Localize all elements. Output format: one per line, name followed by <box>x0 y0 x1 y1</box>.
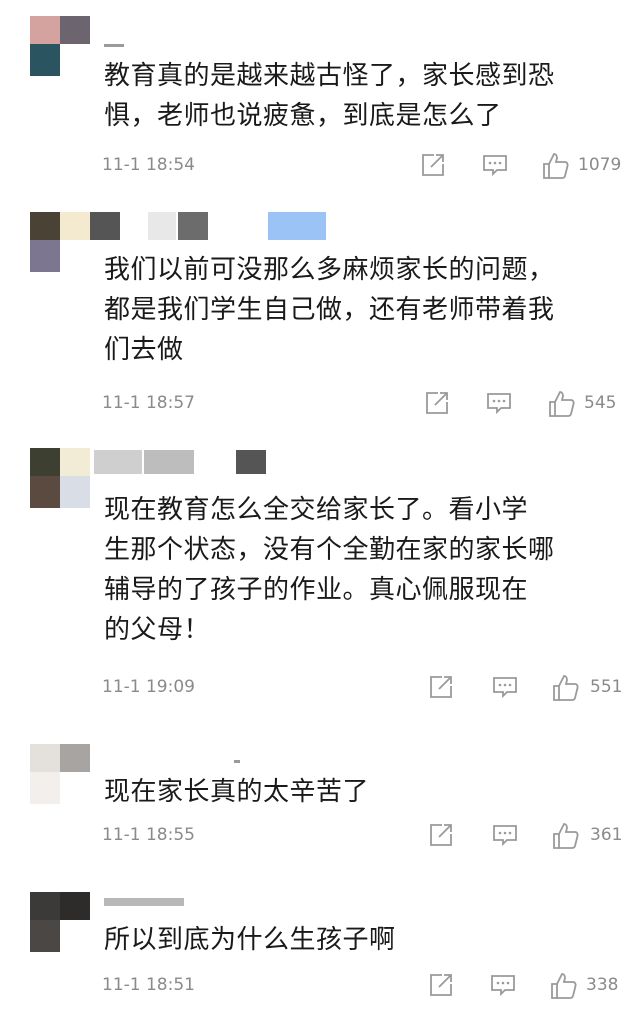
comment-text: 所以到底为什么生孩子啊 <box>104 925 396 955</box>
comment-text: 现在家长真的太辛苦了 <box>104 777 370 807</box>
timestamp: 11-1 19:09 <box>102 677 195 697</box>
avatar[interactable] <box>30 744 90 804</box>
avatar[interactable] <box>30 16 90 76</box>
share-icon[interactable] <box>428 972 456 1000</box>
comment-text: 我们以前可没那么多麻烦家长的问题， 都是我们学生自己做，还有老师带着我 们去做 <box>104 255 555 365</box>
share-icon[interactable] <box>424 390 452 418</box>
like-count: 545 <box>584 393 617 413</box>
share-icon[interactable] <box>428 674 456 702</box>
thumbs-up-icon[interactable] <box>550 972 578 1000</box>
thumbs-up-icon[interactable] <box>542 152 570 180</box>
comment-icon[interactable] <box>482 152 510 180</box>
comment-meta: 11-1 18:57 545 <box>102 390 622 420</box>
like-count: 338 <box>586 975 619 995</box>
avatar[interactable] <box>30 892 90 952</box>
comment-icon[interactable] <box>492 674 520 702</box>
thumbs-up-icon[interactable] <box>548 390 576 418</box>
like-count: 1079 <box>578 155 622 175</box>
timestamp: 11-1 18:55 <box>102 825 195 845</box>
comment-meta: 11-1 18:51 338 <box>102 972 622 1002</box>
comment-meta: 11-1 18:54 1079 <box>102 152 622 182</box>
comment-text: 现在教育怎么全交给家长了。看小学 生那个状态，没有个全勤在家的家长哪 辅导的了孩… <box>104 495 555 645</box>
thumbs-up-icon[interactable] <box>552 674 580 702</box>
avatar[interactable] <box>30 448 90 508</box>
comment-meta: 11-1 19:09 551 <box>102 674 622 704</box>
share-icon[interactable] <box>420 152 448 180</box>
comment-text: 教育真的是越来越古怪了，家长感到恐 惧，老师也说疲惫，到底是怎么了 <box>104 61 555 131</box>
comment-meta: 11-1 18:55 361 <box>102 822 622 852</box>
like-count: 551 <box>590 677 623 697</box>
timestamp: 11-1 18:57 <box>102 393 195 413</box>
comment-icon[interactable] <box>492 822 520 850</box>
timestamp: 11-1 18:51 <box>102 975 195 995</box>
comment-icon[interactable] <box>486 390 514 418</box>
like-count: 361 <box>590 825 623 845</box>
avatar[interactable] <box>30 212 90 272</box>
share-icon[interactable] <box>428 822 456 850</box>
timestamp: 11-1 18:54 <box>102 155 195 175</box>
thumbs-up-icon[interactable] <box>552 822 580 850</box>
comment-icon[interactable] <box>490 972 518 1000</box>
